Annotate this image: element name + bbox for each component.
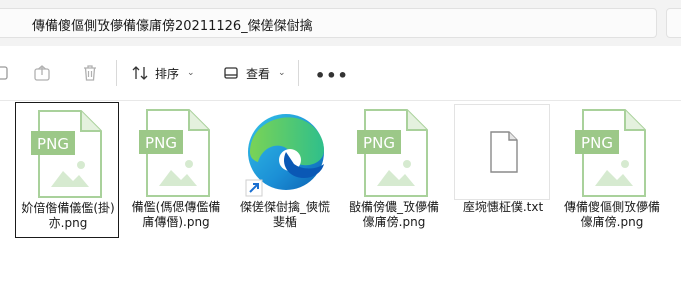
png-badge-text: PNG [37, 135, 69, 153]
file-item[interactable]: PNG 傳備傻傴側攷儚備儫庯傍.png [560, 102, 664, 238]
file-name: 傳備傻傴側攷儚備儫庯傍.png [563, 200, 660, 229]
file-name: 庢埦憓柾僕.txt [462, 200, 544, 214]
sort-button[interactable]: 排序 ⌄ [131, 62, 195, 84]
file-item[interactable]: PNG 敯備傍儂_攷儚備儫庯傍.png [342, 102, 446, 238]
more-options-button[interactable]: ••• [315, 66, 349, 85]
search-box[interactable] [666, 8, 681, 38]
file-name: 傑傞傑傠擒_傸慌斐楯 [239, 200, 330, 229]
file-item[interactable]: PNG 備儖(傌偲傳儖備庯傳僭).png [124, 102, 228, 238]
png-file-icon: PNG [575, 109, 646, 197]
view-button[interactable]: 查看 ⌄ [222, 62, 286, 84]
png-badge-text: PNG [145, 134, 177, 152]
title-bar-area: 傳備傻傴側攷儚備儫庯傍20211126_傑傞傑傠擒 [0, 0, 681, 46]
sort-label: 排序 [155, 66, 180, 81]
command-bar: 排序 ⌄ 查看 ⌄ ••• [0, 46, 681, 101]
toolbar-divider [298, 60, 299, 86]
png-file-icon: PNG [31, 110, 102, 198]
file-name: 敯備傍儂_攷儚備儫庯傍.png [348, 200, 439, 229]
chevron-down-icon: ⌄ [187, 68, 195, 78]
sort-icon [132, 66, 148, 80]
rename-icon[interactable] [0, 63, 12, 83]
file-grid: PNG 妎偣偺備儀儖(掛)亦.png PNG 備儖(傌偲傳儖備庯傳僭).png [0, 100, 681, 281]
file-name: 妎偣偺備儀儖(掛)亦.png [21, 201, 115, 230]
file-item[interactable]: 庢埦憓柾僕.txt [451, 102, 555, 238]
text-file-icon [490, 131, 518, 173]
chevron-down-icon: ⌄ [278, 68, 286, 78]
toolbar-divider [116, 60, 117, 86]
view-label: 查看 [246, 66, 271, 81]
png-badge-text: PNG [581, 134, 613, 152]
png-badge-text: PNG [363, 134, 395, 152]
address-path[interactable]: 傳備傻傴側攷儚備儫庯傍20211126_傑傞傑傠擒 [32, 15, 313, 34]
file-name: 備儖(傌偲傳儖備庯傳僭).png [131, 200, 221, 229]
share-icon[interactable] [32, 63, 52, 83]
png-file-icon: PNG [357, 109, 428, 197]
file-item[interactable]: PNG 妎偣偺備儀儖(掛)亦.png [15, 102, 119, 238]
png-file-icon: PNG [139, 109, 210, 197]
address-bar[interactable]: 傳備傻傴側攷儚備儫庯傍20211126_傑傞傑傠擒 [0, 8, 657, 38]
view-icon [224, 67, 238, 79]
delete-icon[interactable] [80, 63, 100, 83]
edge-browser-icon [245, 114, 324, 197]
file-item[interactable]: 傑傞傑傠擒_傸慌斐楯 [233, 102, 337, 238]
